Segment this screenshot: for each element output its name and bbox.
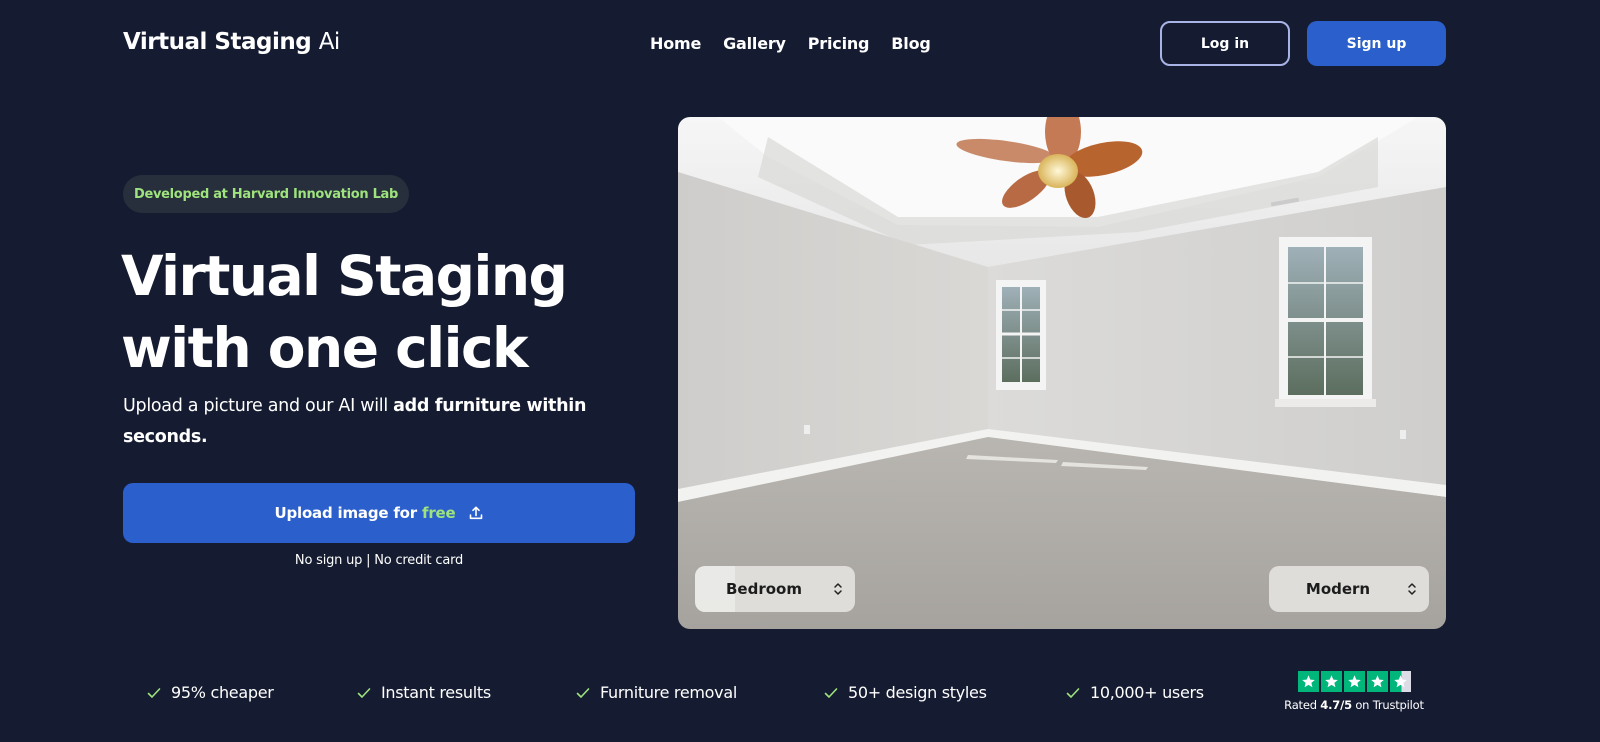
nav-pricing[interactable]: Pricing <box>808 34 870 53</box>
style-select[interactable]: Modern <box>1269 566 1429 612</box>
upload-label-text: Upload image for <box>274 504 423 522</box>
nav-blog[interactable]: Blog <box>891 34 931 53</box>
trustpilot-rating[interactable]: Rated 4.7/5 on Trustpilot <box>1284 671 1424 712</box>
nav-gallery[interactable]: Gallery <box>723 34 786 53</box>
feature-list: 95% cheaper Instant results Furniture re… <box>147 683 1204 702</box>
login-button[interactable]: Log in <box>1160 21 1290 66</box>
logo-light: Ai <box>318 29 341 55</box>
room-type-select[interactable]: Bedroom <box>695 566 855 612</box>
feature-item: 10,000+ users <box>1066 683 1204 702</box>
subtext-plain: Upload a picture and our AI will <box>123 396 394 416</box>
feature-item: 95% cheaper <box>147 683 357 702</box>
rating-value: 4.7/5 <box>1320 698 1352 712</box>
check-icon <box>1066 687 1080 698</box>
feature-item: 50+ design styles <box>824 683 1066 702</box>
check-icon <box>147 687 161 698</box>
feature-item: Instant results <box>357 683 576 702</box>
logo[interactable]: Virtual Staging Ai <box>123 29 340 55</box>
check-icon <box>824 687 838 698</box>
check-icon <box>357 687 371 698</box>
rating-suffix: on Trustpilot <box>1351 698 1424 712</box>
main-nav: Home Gallery Pricing Blog <box>650 34 931 53</box>
upload-image-button[interactable]: Upload image for free <box>123 483 635 543</box>
check-icon <box>576 687 590 698</box>
star-icon <box>1297 671 1319 692</box>
rating-prefix: Rated <box>1284 698 1321 712</box>
feature-item: Furniture removal <box>576 683 824 702</box>
star-icon <box>1366 671 1388 692</box>
star-icon <box>1343 671 1365 692</box>
trustpilot-stars <box>1284 671 1424 692</box>
harvard-badge: Developed at Harvard Innovation Lab <box>123 175 409 213</box>
logo-bold: Virtual Staging <box>123 29 312 55</box>
rating-text: Rated 4.7/5 on Trustpilot <box>1284 698 1424 712</box>
chevron-up-down-icon <box>834 583 842 595</box>
headline-line-1: Virtual Staging <box>121 244 568 308</box>
no-signup-note: No sign up | No credit card <box>294 553 464 568</box>
signup-button[interactable]: Sign up <box>1307 21 1446 66</box>
room-photo <box>678 117 1446 629</box>
hero-subtext: Upload a picture and our AI will add fur… <box>123 391 593 453</box>
feature-label: Instant results <box>381 683 491 702</box>
upload-free-text: free <box>422 504 456 522</box>
feature-label: 50+ design styles <box>848 683 987 702</box>
style-value: Modern <box>1305 580 1371 598</box>
nav-home[interactable]: Home <box>650 34 701 53</box>
headline-line-2: with one click <box>121 316 529 380</box>
feature-label: Furniture removal <box>600 683 737 702</box>
star-half-icon <box>1389 671 1411 692</box>
room-preview-image: Bedroom Modern <box>678 117 1446 629</box>
upload-icon <box>469 506 482 520</box>
hero-headline: Virtual Staging with one click <box>121 240 568 384</box>
star-icon <box>1320 671 1342 692</box>
room-type-value: Bedroom <box>726 580 802 598</box>
feature-label: 10,000+ users <box>1090 683 1204 702</box>
upload-label: Upload image for free <box>274 504 455 522</box>
chevron-up-down-icon <box>1408 583 1416 595</box>
feature-label: 95% cheaper <box>171 683 274 702</box>
